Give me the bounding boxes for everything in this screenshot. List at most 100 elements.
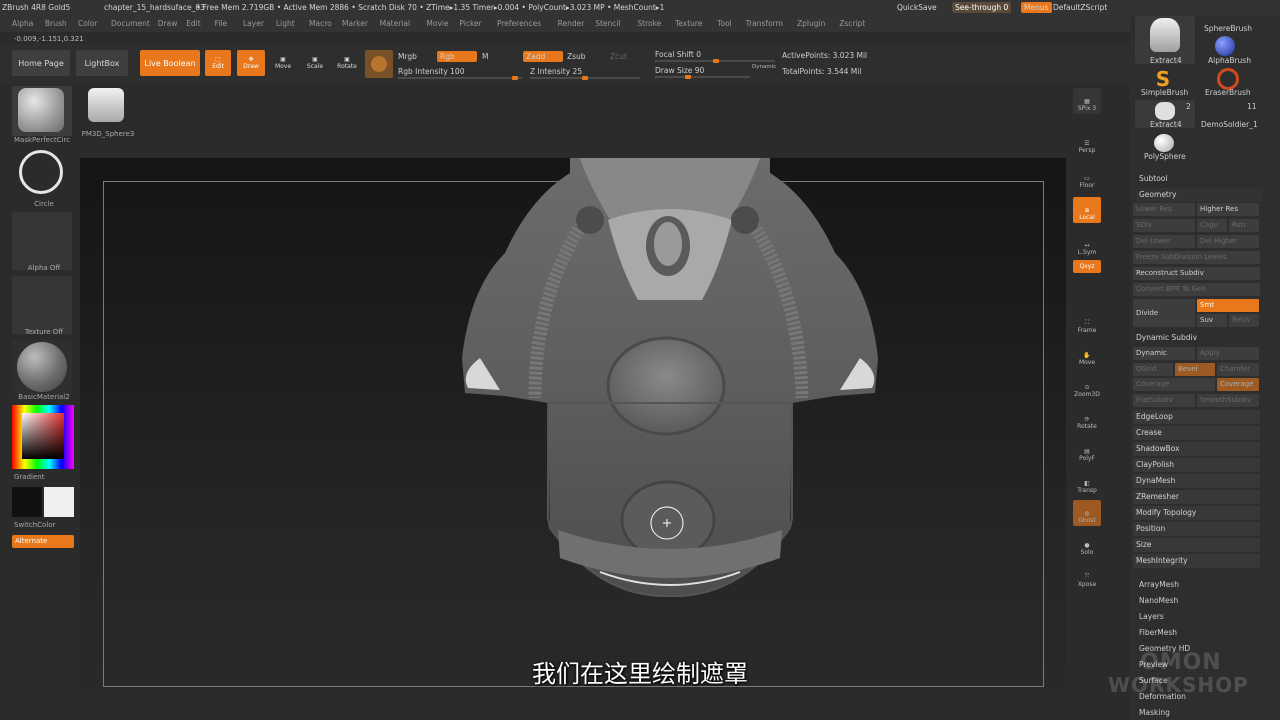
menu-stroke[interactable]: Stroke bbox=[637, 19, 661, 28]
freeze-subdiv-button[interactable]: Freeze SubDivision Levels bbox=[1133, 251, 1260, 264]
focal-shift-track[interactable] bbox=[655, 59, 775, 63]
menu-draw[interactable]: Draw bbox=[158, 19, 178, 28]
zoom3d-button[interactable]: ⊙ Zoom3D bbox=[1073, 374, 1101, 400]
dynamic-subdiv-section[interactable]: Dynamic Subdiv bbox=[1133, 331, 1260, 345]
subtool-section[interactable]: Subtool bbox=[1136, 172, 1263, 186]
coverage-toggle[interactable]: Coverage bbox=[1217, 378, 1259, 391]
del-lower-button[interactable]: Del Lower bbox=[1133, 235, 1195, 248]
qxyz-button[interactable]: Qxyz bbox=[1073, 260, 1101, 273]
edit-button[interactable]: ⬚ Edit bbox=[205, 50, 231, 76]
primary-color-swatch[interactable] bbox=[44, 487, 74, 517]
menu-zplugin[interactable]: Zplugin bbox=[797, 19, 825, 28]
solo-button[interactable]: ● Solo bbox=[1073, 532, 1101, 558]
alpha-selector[interactable] bbox=[12, 212, 72, 270]
draw-size-slider[interactable]: Draw Size 90 bbox=[655, 66, 704, 75]
scale-button[interactable]: ▣ Scale bbox=[302, 50, 328, 76]
zcut-toggle[interactable]: Zcut bbox=[610, 52, 627, 61]
mrgb-toggle[interactable]: Mrgb bbox=[398, 52, 417, 61]
dynamic-subdiv-toggle[interactable]: Dynamic bbox=[1133, 347, 1195, 360]
layers-section[interactable]: Layers bbox=[1139, 612, 1164, 621]
masking-section[interactable]: Masking bbox=[1139, 708, 1170, 717]
stroke-selector[interactable] bbox=[12, 146, 72, 198]
default-zscript[interactable]: DefaultZScript bbox=[1053, 3, 1107, 12]
polysphere-icon[interactable] bbox=[1154, 134, 1174, 152]
nanomesh-section[interactable]: NanoMesh bbox=[1139, 596, 1178, 605]
menu-document[interactable]: Document bbox=[111, 19, 150, 28]
transp-button[interactable]: ◧ Transp bbox=[1073, 470, 1101, 496]
menu-light[interactable]: Light bbox=[276, 19, 295, 28]
z-intensity-track[interactable] bbox=[530, 76, 640, 80]
menu-brush[interactable]: Brush bbox=[45, 19, 67, 28]
crease-section[interactable]: Crease bbox=[1133, 426, 1260, 440]
divide-button[interactable]: Divide bbox=[1133, 299, 1195, 327]
qgrid-slider[interactable]: QGrid bbox=[1133, 363, 1173, 376]
move-view-button[interactable]: ✋ Move bbox=[1073, 342, 1101, 368]
reconstruct-subdiv-button[interactable]: Reconstruct Subdiv bbox=[1133, 267, 1260, 280]
meshintegrity-section[interactable]: MeshIntegrity bbox=[1133, 554, 1260, 568]
convert-bpr-button[interactable]: Convert BPR To Geo bbox=[1133, 283, 1260, 296]
chamfer-toggle[interactable]: Chamfer bbox=[1217, 363, 1259, 376]
claypolish-section[interactable]: ClayPolish bbox=[1133, 458, 1260, 472]
menu-file[interactable]: File bbox=[215, 19, 228, 28]
dynamic-toggle[interactable]: Dynamic bbox=[752, 64, 776, 70]
lsym-button[interactable]: ↔ L.Sym bbox=[1073, 232, 1101, 258]
smoothsubdiv-slider[interactable]: SmoothSubdiv bbox=[1197, 394, 1259, 407]
menu-material[interactable]: Material bbox=[380, 19, 410, 28]
edgeloop-section[interactable]: EdgeLoop bbox=[1133, 410, 1260, 424]
focal-shift-slider[interactable]: Focal Shift 0 bbox=[655, 50, 701, 59]
draw-button[interactable]: ✥ Draw bbox=[237, 50, 265, 76]
eraserbrush-icon[interactable] bbox=[1217, 68, 1239, 90]
arraymesh-section[interactable]: ArrayMesh bbox=[1139, 580, 1179, 589]
zadd-toggle[interactable]: Zadd bbox=[523, 51, 563, 62]
rgb-toggle[interactable]: Rgb bbox=[437, 51, 477, 62]
ghost-button[interactable]: ◍ Ghost bbox=[1073, 500, 1101, 526]
m-toggle[interactable]: M bbox=[482, 52, 488, 61]
sdiv-slider[interactable]: SDiv bbox=[1133, 219, 1195, 232]
dynamesh-section[interactable]: DynaMesh bbox=[1133, 474, 1260, 488]
rotate-button[interactable]: ▣ Rotate bbox=[334, 50, 360, 76]
lower-res-button[interactable]: Lower Res bbox=[1133, 203, 1195, 216]
persp-button[interactable]: ☰ Persp bbox=[1073, 130, 1101, 156]
polyf-button[interactable]: ▤ PolyF bbox=[1073, 438, 1101, 464]
shadowbox-section[interactable]: ShadowBox bbox=[1133, 442, 1260, 456]
menu-stencil[interactable]: Stencil bbox=[595, 19, 620, 28]
color-square[interactable] bbox=[22, 413, 64, 459]
menu-movie[interactable]: Movie bbox=[426, 19, 448, 28]
menu-zscript[interactable]: Zscript bbox=[839, 19, 865, 28]
floor-button[interactable]: ▭ Floor bbox=[1073, 165, 1101, 191]
local-button[interactable]: ⊕ Local bbox=[1073, 197, 1101, 223]
flatsubdiv-slider[interactable]: FlatSubdiv bbox=[1133, 394, 1195, 407]
alternate-button[interactable]: Alternate bbox=[12, 535, 74, 548]
bevel-toggle[interactable]: Bevel bbox=[1175, 363, 1215, 376]
rgb-intensity-slider[interactable]: Rgb Intensity 100 bbox=[398, 67, 464, 76]
menu-texture[interactable]: Texture bbox=[675, 19, 702, 28]
position-section[interactable]: Position bbox=[1133, 522, 1260, 536]
color-picker[interactable] bbox=[12, 405, 74, 469]
size-section[interactable]: Size bbox=[1133, 538, 1260, 552]
texture-selector[interactable] bbox=[12, 276, 72, 334]
rotate-view-button[interactable]: ⟳ Rotate bbox=[1073, 406, 1101, 432]
menu-edit[interactable]: Edit bbox=[186, 19, 201, 28]
cage-button[interactable]: Cage bbox=[1197, 219, 1227, 232]
rgb-intensity-track[interactable] bbox=[398, 76, 522, 80]
zsub-toggle[interactable]: Zsub bbox=[567, 52, 586, 61]
modify-topology-section[interactable]: Modify Topology bbox=[1133, 506, 1260, 520]
geometry-section[interactable]: Geometry bbox=[1136, 188, 1263, 202]
armor-mesh-model[interactable] bbox=[440, 158, 900, 608]
rstr-button[interactable]: Rstr bbox=[1229, 219, 1259, 232]
live-boolean-button[interactable]: Live Boolean bbox=[140, 50, 200, 76]
menu-marker[interactable]: Marker bbox=[342, 19, 368, 28]
menu-render[interactable]: Render bbox=[558, 19, 585, 28]
menu-preferences[interactable]: Preferences bbox=[497, 19, 541, 28]
material-selector[interactable] bbox=[12, 340, 72, 394]
zremesher-section[interactable]: ZRemesher bbox=[1133, 490, 1260, 504]
material-swatch[interactable] bbox=[365, 50, 393, 78]
switchcolor-button[interactable]: SwitchColor bbox=[14, 521, 78, 529]
suv-toggle[interactable]: Suv bbox=[1197, 314, 1227, 327]
menu-picker[interactable]: Picker bbox=[459, 19, 481, 28]
coverage-slider[interactable]: Coverage bbox=[1133, 378, 1215, 391]
secondary-color-swatch[interactable] bbox=[12, 487, 42, 517]
see-through-slider[interactable]: See-through 0 bbox=[952, 2, 1012, 13]
draw-size-track[interactable] bbox=[655, 75, 750, 79]
frame-button[interactable]: ⛶ Frame bbox=[1073, 310, 1101, 336]
